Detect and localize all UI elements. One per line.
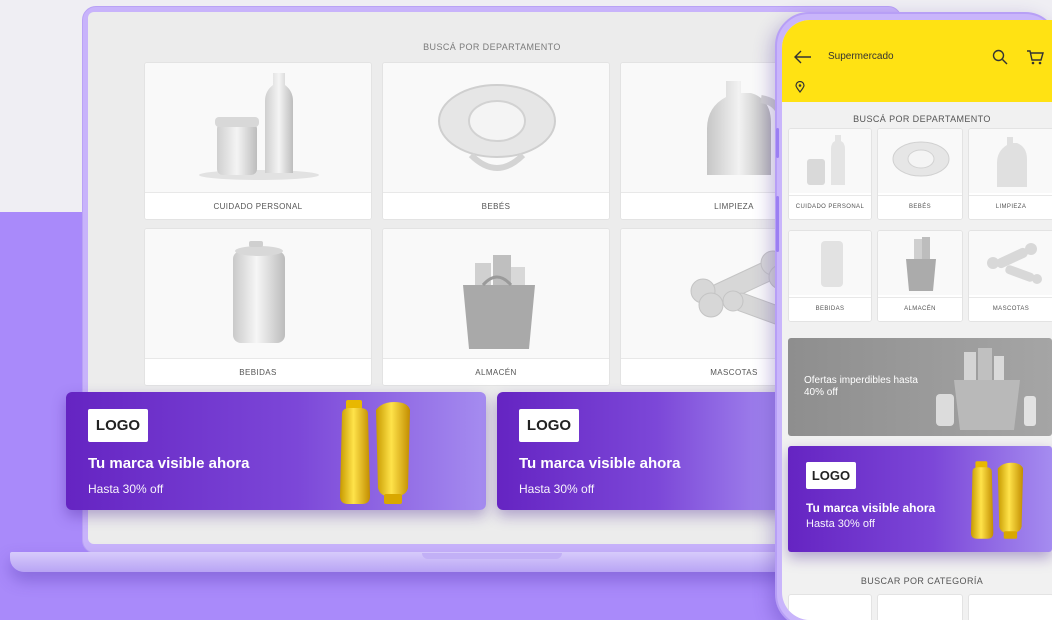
banner-headline: Tu marca visible ahora: [88, 455, 250, 472]
department-label: BEBIDAS: [145, 358, 371, 385]
brand-logo: LOGO: [88, 409, 148, 442]
department-tile-almacen[interactable]: ALMACÉN: [382, 228, 610, 386]
phone-side-button: [776, 196, 779, 252]
department-label: BEBIDAS: [789, 297, 871, 321]
promo-products-image: [936, 348, 1036, 430]
bebes-image: [878, 129, 962, 193]
category-tile[interactable]: [877, 594, 963, 620]
cuidado-personal-image: [789, 129, 871, 193]
department-label: CUIDADO PERSONAL: [145, 192, 371, 219]
promo-text: Ofertas imperdibles hasta 40% off: [804, 375, 918, 398]
location-pin-icon[interactable]: [795, 81, 805, 93]
brand-logo: LOGO: [806, 462, 856, 489]
department-tile-bebes[interactable]: BEBÉS: [382, 62, 610, 220]
mobile-header: Supermercado: [782, 20, 1052, 102]
department-label: CUIDADO PERSONAL: [789, 195, 871, 219]
bebidas-image: [145, 229, 371, 359]
banner-headline: Tu marca visible ahora: [806, 501, 936, 515]
brand-banner-1[interactable]: LOGO Tu marca visible ahora Hasta 30% of…: [66, 392, 486, 510]
mascotas-image: [969, 231, 1052, 295]
department-tile-bebidas[interactable]: BEBIDAS: [144, 228, 372, 386]
department-label: BEBÉS: [383, 192, 609, 219]
mobile-section-title: BUSCÁ POR DEPARTAMENTO: [853, 114, 991, 124]
almacen-image: [878, 231, 962, 295]
phone-side-button: [776, 128, 779, 158]
banner-headline: Tu marca visible ahora: [519, 455, 681, 472]
mobile-header-title: Supermercado: [828, 51, 894, 62]
department-tile-bebidas[interactable]: BEBIDAS: [788, 230, 872, 322]
search-icon[interactable]: [992, 49, 1008, 65]
department-tile-cuidado-personal[interactable]: CUIDADO PERSONAL: [144, 62, 372, 220]
bebidas-image: [789, 231, 871, 295]
mobile-screen: Supermercado BUSCÁ POR DEPARTAMENTO CUID…: [782, 20, 1052, 620]
mobile-brand-banner[interactable]: LOGO Tu marca visible ahora Hasta 30% of…: [788, 446, 1052, 552]
almacen-image: [383, 229, 609, 359]
promo-banner[interactable]: Ofertas imperdibles hasta 40% off: [788, 338, 1052, 436]
category-title: BUSCAR POR CATEGORÍA: [860, 576, 984, 586]
department-tile-cuidado-personal[interactable]: CUIDADO PERSONAL: [788, 128, 872, 220]
department-tile-mascotas[interactable]: MASCOTAS: [968, 230, 1052, 322]
banner-subtext: Hasta 30% off: [88, 482, 164, 496]
department-label: ALMACÉN: [383, 358, 609, 385]
cuidado-personal-image: [145, 63, 371, 193]
banner-subtext: Hasta 30% off: [519, 482, 595, 496]
brand-banner-2[interactable]: LOGO Tu marca visible ahora Hasta 30% of…: [497, 392, 787, 510]
department-tile-almacen[interactable]: ALMACÉN: [877, 230, 963, 322]
product-bottles-image: [340, 400, 410, 504]
laptop-notch: [422, 553, 562, 559]
category-tile[interactable]: [788, 594, 872, 620]
bebes-image: [383, 63, 609, 193]
banner-subtext: Hasta 30% off: [806, 518, 875, 530]
limpieza-image: [969, 129, 1052, 193]
arrow-left-icon[interactable]: [794, 50, 812, 64]
department-label: MASCOTAS: [969, 297, 1052, 321]
cart-icon[interactable]: [1026, 49, 1044, 65]
product-bottles-image: [970, 461, 1024, 539]
department-tile-limpieza[interactable]: LIMPIEZA: [968, 128, 1052, 220]
category-tile[interactable]: [968, 594, 1052, 620]
department-tile-bebes[interactable]: BEBÉS: [877, 128, 963, 220]
department-label: BEBÉS: [878, 195, 962, 219]
department-label: ALMACÉN: [878, 297, 962, 321]
department-label: LIMPIEZA: [969, 195, 1052, 219]
brand-logo: LOGO: [519, 409, 579, 442]
